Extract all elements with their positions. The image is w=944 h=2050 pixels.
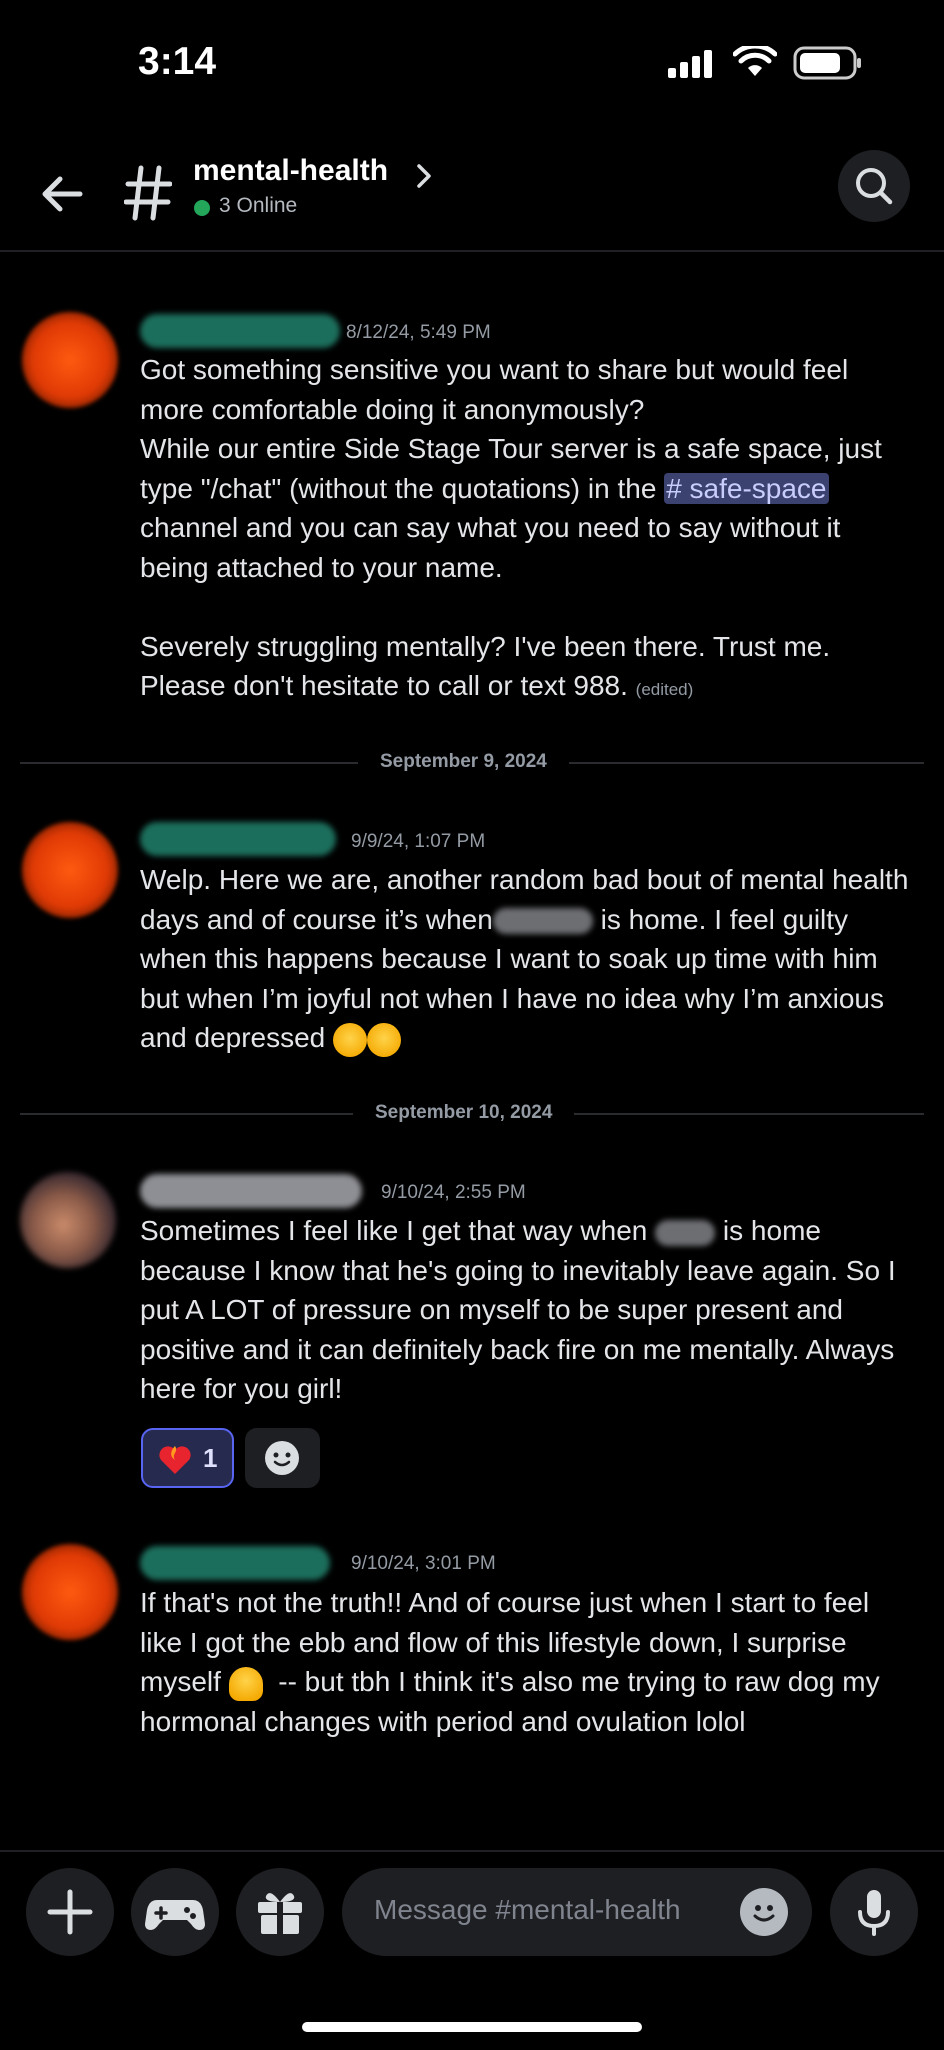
username-redacted[interactable] <box>140 1546 330 1580</box>
timestamp: 9/9/24, 1:07 PM <box>351 831 486 852</box>
gift-button[interactable] <box>236 1868 324 1956</box>
name-redacted <box>655 1219 716 1246</box>
plus-icon <box>47 1889 93 1935</box>
online-count: 3 Online <box>219 194 298 217</box>
search-icon <box>856 168 893 205</box>
message-text-part: channel and you can say what you need to… <box>140 512 841 701</box>
melting-face-emoji <box>228 1666 263 1701</box>
avatar[interactable] <box>22 312 118 408</box>
name-redacted <box>492 908 593 935</box>
wifi-icon <box>733 46 777 76</box>
message-text: Got something sensitive you want to shar… <box>140 350 910 710</box>
status-bar: 3:14 <box>0 0 944 120</box>
gift-icon <box>258 1893 302 1934</box>
message-text: Sometimes I feel like I get that way whe… <box>140 1211 920 1409</box>
smile-icon <box>265 1441 299 1475</box>
reaction-heart-on-fire[interactable]: 1 <box>141 1428 234 1488</box>
add-button[interactable] <box>26 1868 114 1956</box>
home-indicator <box>302 2022 642 2032</box>
zany-face-emoji <box>333 1022 368 1057</box>
date-divider-label: September 10, 2024 <box>353 1102 575 1124</box>
username-redacted[interactable] <box>140 1174 362 1208</box>
avatar[interactable] <box>22 1544 118 1640</box>
channel-mention[interactable]: # safe-space <box>664 472 829 504</box>
voice-message-button[interactable] <box>830 1868 918 1956</box>
username-redacted[interactable] <box>140 822 336 856</box>
message-text-part: Sometimes I feel like I get that way whe… <box>140 1215 656 1246</box>
microphone-icon <box>858 1890 890 1936</box>
avatar[interactable] <box>22 822 118 918</box>
message-text: Welp. Here we are, another random bad bo… <box>140 860 910 1058</box>
message-input[interactable]: Message #mental-health <box>342 1868 812 1956</box>
timestamp: 9/10/24, 2:55 PM <box>381 1182 526 1203</box>
avatar[interactable] <box>20 1172 116 1268</box>
heart-on-fire-icon <box>159 1446 191 1474</box>
battery-icon <box>793 46 861 80</box>
crying-face-emoji <box>367 1022 402 1057</box>
channel-title[interactable]: mental-health <box>193 154 388 188</box>
activities-button[interactable] <box>131 1868 219 1956</box>
username-redacted[interactable] <box>140 314 340 348</box>
signal-icon <box>668 50 712 78</box>
edited-label: (edited) <box>635 680 694 699</box>
chevron-right-icon[interactable] <box>414 162 434 190</box>
message-text: If that's not the truth!! And of course … <box>140 1583 910 1741</box>
emoji-button[interactable] <box>740 1888 788 1936</box>
timestamp: 8/12/24, 5:49 PM <box>346 322 491 343</box>
search-button[interactable] <box>838 150 910 222</box>
add-reaction-button[interactable] <box>245 1428 320 1488</box>
online-indicator <box>194 200 210 216</box>
gamepad-icon <box>145 1900 205 1930</box>
date-divider-label: September 9, 2024 <box>358 751 569 773</box>
arrow-left-icon[interactable] <box>36 168 88 220</box>
timestamp: 9/10/24, 3:01 PM <box>351 1553 496 1574</box>
reaction-count: 1 <box>203 1443 218 1473</box>
hash-icon <box>124 165 172 221</box>
message-input-placeholder: Message #mental-health <box>374 1894 681 1925</box>
status-time: 3:14 <box>138 40 217 83</box>
message-composer: Message #mental-health <box>0 1850 944 2050</box>
smile-icon <box>753 1905 775 1922</box>
channel-header: mental-health 3 Online <box>0 150 944 252</box>
